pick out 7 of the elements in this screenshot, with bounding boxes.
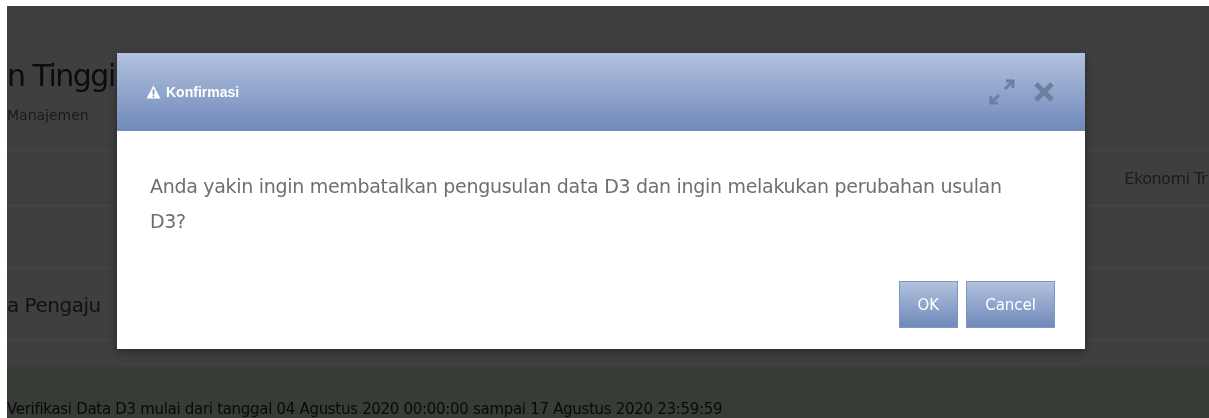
dialog-message: Anda yakin ingin membatalkan pengusulan data D3 dan ingin melakukan perubahan usulan D3? <box>150 174 1003 234</box>
close-icon[interactable] <box>1033 81 1055 103</box>
dialog-title: Konfirmasi <box>166 84 241 100</box>
expand-icon[interactable] <box>987 77 1017 107</box>
dialog-button[interactable]: OK <box>898 281 959 328</box>
dialog-button[interactable]: Cancel <box>966 281 1055 328</box>
warning-icon <box>146 85 161 99</box>
